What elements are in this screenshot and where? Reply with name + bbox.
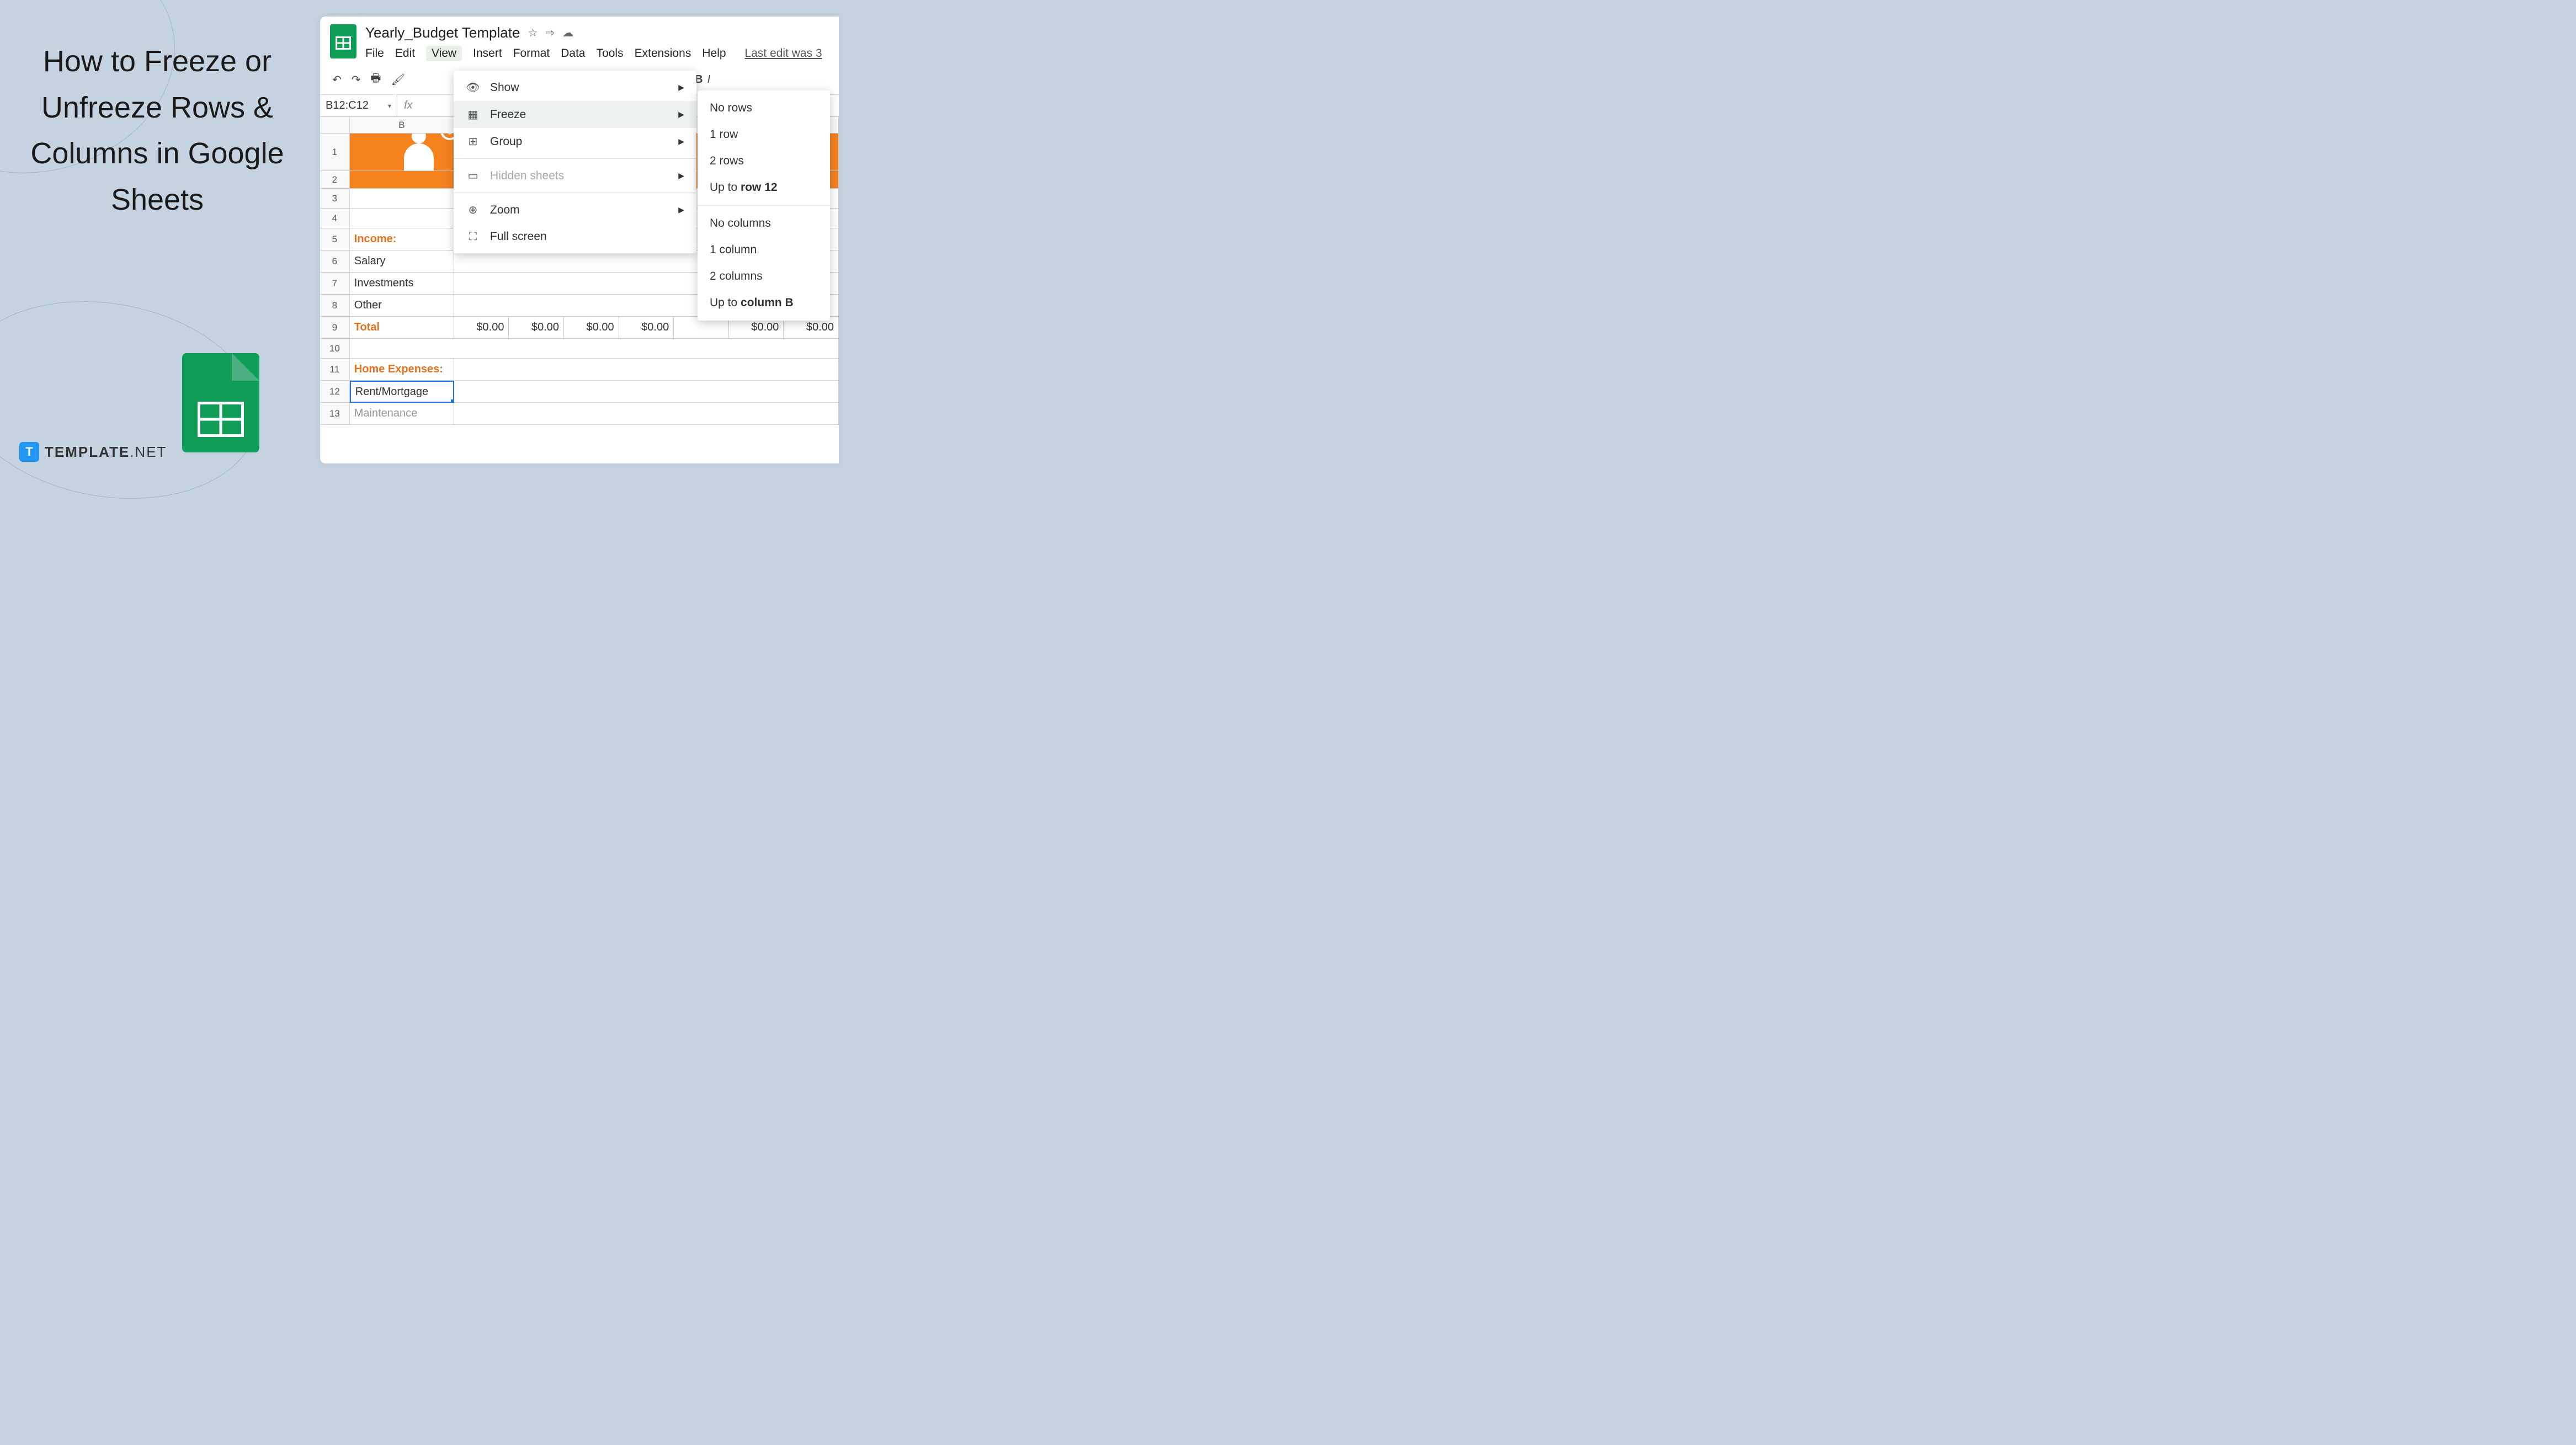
column-header-b[interactable]: B	[350, 117, 454, 134]
menu-item-hidden-sheets: ▭Hidden sheets▶	[454, 162, 696, 189]
cell[interactable]: Other	[350, 295, 454, 317]
cell[interactable]: Maintenance	[350, 403, 454, 425]
select-all-corner[interactable]	[320, 117, 350, 134]
sheets-icon: ▭	[466, 169, 480, 183]
page-title: How to Freeze or Unfreeze Rows & Columns…	[25, 39, 290, 223]
menu-file[interactable]: File	[365, 47, 384, 60]
menu-separator	[454, 158, 696, 159]
cell[interactable]: Investments	[350, 273, 454, 295]
row-header[interactable]: 4	[320, 209, 350, 228]
row-header[interactable]: 2	[320, 171, 350, 189]
menu-extensions[interactable]: Extensions	[635, 47, 691, 60]
row-header[interactable]: 8	[320, 295, 350, 317]
menu-item-freeze[interactable]: ▦Freeze▶	[454, 101, 696, 128]
menu-data[interactable]: Data	[561, 47, 585, 60]
row-header[interactable]: 3	[320, 189, 350, 209]
menu-help[interactable]: Help	[702, 47, 726, 60]
row-header[interactable]: 1	[320, 134, 350, 171]
row-header[interactable]: 6	[320, 250, 350, 273]
menu-item-fullscreen[interactable]: ⛶Full screen	[454, 223, 696, 250]
freeze-submenu: No rows 1 row 2 rows Up to row 12 No col…	[698, 90, 830, 321]
print-button[interactable]: 🖶	[371, 70, 381, 89]
freeze-up-to-row[interactable]: Up to row 12	[698, 174, 830, 201]
cell[interactable]: Total	[350, 317, 454, 339]
cell[interactable]: $0.00	[509, 317, 564, 339]
submenu-arrow-icon: ▶	[678, 171, 684, 180]
document-title[interactable]: Yearly_Budget Template	[365, 24, 520, 41]
star-icon[interactable]: ☆	[528, 26, 537, 40]
cell[interactable]	[454, 403, 839, 425]
menu-tools[interactable]: Tools	[597, 47, 624, 60]
row-header[interactable]: 5	[320, 228, 350, 250]
brand-icon: T	[19, 442, 39, 462]
zoom-icon: ⊕	[466, 203, 480, 217]
name-box[interactable]: B12:C12 ▾	[320, 95, 397, 116]
cloud-icon[interactable]: ☁	[562, 26, 573, 40]
menu-item-show[interactable]: 👁Show▶	[454, 74, 696, 101]
move-icon[interactable]: ⇨	[545, 26, 555, 40]
cell[interactable]	[350, 339, 839, 359]
row-header[interactable]: 9	[320, 317, 350, 339]
submenu-arrow-icon: ▶	[678, 110, 684, 119]
paint-format-button[interactable]: 🖌	[391, 73, 405, 87]
brand-footer: T TEMPLATE.NET	[19, 442, 167, 462]
eye-icon: 👁	[466, 81, 480, 94]
menu-edit[interactable]: Edit	[395, 47, 415, 60]
sheets-window: Yearly_Budget Template ☆ ⇨ ☁ File Edit V…	[320, 17, 839, 463]
row-header[interactable]: 11	[320, 359, 350, 381]
menu-item-group[interactable]: ⊞Group▶	[454, 128, 696, 155]
sheets-logo-icon[interactable]	[330, 24, 356, 58]
freeze-2-rows[interactable]: 2 rows	[698, 148, 830, 174]
cell[interactable]: $0.00	[454, 317, 509, 339]
selected-cell[interactable]: Rent/Mortgage	[350, 381, 454, 403]
group-icon: ⊞	[466, 135, 480, 148]
cell[interactable]	[454, 359, 839, 381]
cell[interactable]	[454, 381, 839, 403]
freeze-up-to-column[interactable]: Up to column B	[698, 290, 830, 316]
row-header[interactable]: 12	[320, 381, 350, 403]
menu-separator	[698, 205, 830, 206]
submenu-arrow-icon: ▶	[678, 205, 684, 215]
view-menu-dropdown: 👁Show▶ ▦Freeze▶ ⊞Group▶ ▭Hidden sheets▶ …	[454, 71, 696, 253]
budget-person-icon: $	[388, 134, 449, 171]
cell[interactable]: $	[350, 134, 454, 171]
menubar: File Edit View Insert Format Data Tools …	[365, 46, 822, 61]
freeze-1-column[interactable]: 1 column	[698, 237, 830, 263]
menu-insert[interactable]: Insert	[473, 47, 502, 60]
undo-button[interactable]: ↶	[332, 73, 342, 87]
submenu-arrow-icon: ▶	[678, 83, 684, 92]
row-header[interactable]: 13	[320, 403, 350, 425]
cell[interactable]: $0.00	[564, 317, 619, 339]
dropdown-arrow-icon[interactable]: ▾	[388, 102, 391, 110]
row-header[interactable]: 7	[320, 273, 350, 295]
row-header[interactable]: 10	[320, 339, 350, 359]
menu-item-zoom[interactable]: ⊕Zoom▶	[454, 196, 696, 223]
formula-bar-fx: fx	[397, 96, 419, 115]
italic-button[interactable]: I	[707, 73, 711, 86]
freeze-no-rows[interactable]: No rows	[698, 95, 830, 121]
last-edit-link[interactable]: Last edit was 3	[745, 47, 822, 60]
menu-format[interactable]: Format	[513, 47, 550, 60]
freeze-no-columns[interactable]: No columns	[698, 210, 830, 237]
freeze-2-columns[interactable]: 2 columns	[698, 263, 830, 290]
brand-text: TEMPLATE.NET	[45, 444, 167, 461]
submenu-arrow-icon: ▶	[678, 137, 684, 146]
sheets-logo-large	[182, 353, 259, 452]
freeze-1-row[interactable]: 1 row	[698, 121, 830, 148]
cell[interactable]: $0.00	[619, 317, 674, 339]
name-box-value: B12:C12	[326, 99, 369, 112]
cell[interactable]: Income:	[350, 228, 454, 250]
cell[interactable]: Salary	[350, 250, 454, 273]
fullscreen-icon: ⛶	[466, 231, 480, 243]
freeze-icon: ▦	[466, 108, 480, 121]
menu-view[interactable]: View	[426, 46, 462, 61]
cell[interactable]: Home Expenses:	[350, 359, 454, 381]
redo-button[interactable]: ↷	[352, 73, 361, 87]
